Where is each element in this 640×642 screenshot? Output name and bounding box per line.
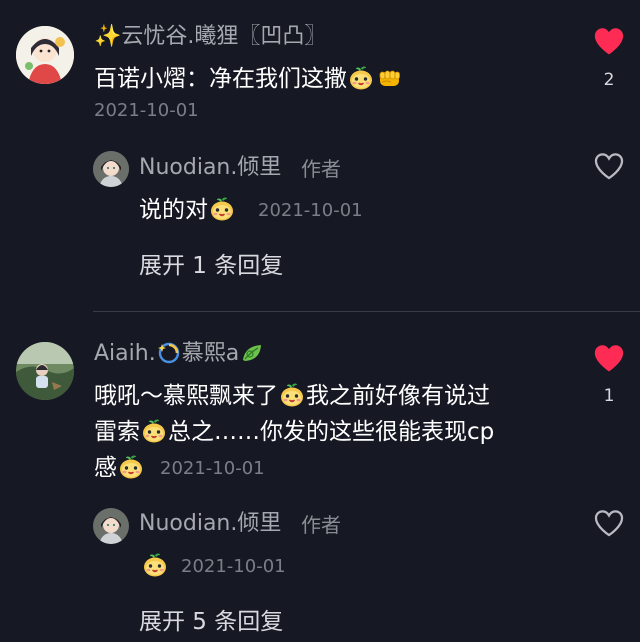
author-tag: 作者 [301, 157, 341, 181]
author-tag: 作者 [301, 513, 341, 537]
username-part-2: 慕熙a [181, 341, 240, 366]
bun-face-emoji [348, 65, 374, 91]
comment-text-line-2: 雷索 总之……你发的这些很能表现cp [94, 415, 494, 449]
comment-text: 百诺小熠：净在我们这撒 [94, 62, 403, 96]
comment-date: 2021-10-01 [160, 458, 265, 479]
expand-replies-button[interactable]: 展开 1 条回复 [139, 251, 283, 281]
bun-face-emoji [279, 382, 305, 408]
comment-text-body: 百诺小熠：净在我们这撒 [94, 66, 347, 92]
reply-author-username[interactable]: Nuodian.倾里 [139, 510, 281, 538]
commenter-username[interactable]: Aiaih. 慕熙a [94, 340, 265, 368]
bun-face-emoji [209, 196, 235, 222]
comment-text-line-1: 哦吼～慕熙飘来了 我之前好像有说过 [94, 379, 490, 413]
reply-date: 2021-10-01 [258, 200, 363, 221]
comment-text-segment: 我之前好像有说过 [306, 383, 490, 409]
reply-text [141, 549, 169, 583]
comment-text-segment: 雷索 [94, 419, 140, 445]
bun-face-emoji [142, 552, 168, 578]
comment-date: 2021-10-01 [94, 100, 199, 121]
comment-text-segment: 感 [94, 455, 117, 481]
bun-face-emoji [141, 418, 167, 444]
fist-emoji [376, 65, 402, 91]
reply-author-username[interactable]: Nuodian.倾里 [139, 154, 281, 182]
username-part-1: Aiaih. [94, 341, 156, 366]
heart-outline-icon [592, 149, 626, 183]
reply-author-avatar[interactable] [93, 508, 129, 544]
like-button[interactable] [592, 341, 626, 375]
reply-date: 2021-10-01 [181, 556, 286, 577]
heart-filled-icon [592, 24, 626, 58]
heart-filled-icon [592, 341, 626, 375]
reply-text-body: 说的对 [139, 197, 208, 223]
sparkle-swirl-emoji [157, 342, 179, 364]
commenter-avatar[interactable] [16, 342, 74, 400]
reply-author-avatar[interactable] [93, 151, 129, 187]
reply-like-button[interactable] [592, 149, 626, 183]
comment-text-line-3: 感 [94, 451, 145, 485]
leaf-emoji [243, 345, 262, 361]
reply-text: 说的对 [139, 193, 236, 227]
comment-text-segment: 哦吼～慕熙飘来了 [94, 383, 278, 409]
commenter-username[interactable]: ✨云忧谷.曦狸〖凹凸〗 [94, 23, 326, 51]
comment-text-segment: 总之……你发的这些很能表现cp [168, 419, 495, 445]
like-count: 1 [603, 386, 615, 406]
reply-like-button[interactable] [592, 506, 626, 540]
like-button[interactable] [592, 24, 626, 58]
bun-face-emoji [118, 454, 144, 480]
commenter-avatar[interactable] [16, 26, 74, 84]
like-count: 2 [603, 70, 615, 90]
expand-replies-button[interactable]: 展开 5 条回复 [139, 607, 283, 637]
comment-divider [93, 311, 640, 312]
heart-outline-icon [592, 506, 626, 540]
